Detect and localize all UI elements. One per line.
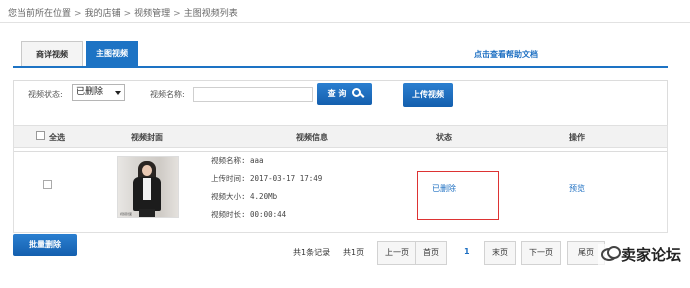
pagination-total-records: 共1条记录 xyxy=(293,248,331,257)
help-doc-link[interactable]: 点击查看帮助文档 xyxy=(474,49,538,60)
tab-detail-video[interactable]: 商详视频 xyxy=(21,41,83,66)
top-divider xyxy=(0,22,690,23)
breadcrumb-separator: > xyxy=(74,9,82,19)
cover-caption: 视频封面 xyxy=(120,212,133,216)
breadcrumb-my-store[interactable]: 我的店铺 xyxy=(85,9,121,19)
watermark-text: 卖家论坛 xyxy=(620,246,681,264)
breadcrumb-video-list: 主图视频列表 xyxy=(183,9,238,19)
chevron-down-icon xyxy=(115,91,121,95)
prev-page-button[interactable]: 上一页 xyxy=(377,241,417,265)
header-info: 视频信息 xyxy=(296,133,328,142)
upload-video-button[interactable]: 上传视频 xyxy=(403,83,453,107)
preview-link[interactable]: 预览 xyxy=(569,183,585,194)
table-header: 全选 视频封面 视频信息 状态 操作 xyxy=(14,126,667,148)
video-upload-time: 上传时间: 2017-03-17 17:49 xyxy=(211,174,323,183)
cover-figure-face xyxy=(142,165,152,176)
tab-bar: 商详视频 主图视频 点击查看帮助文档 xyxy=(13,41,668,68)
next-page-button[interactable]: 下一页 xyxy=(521,241,561,265)
status-select[interactable]: 已删除 xyxy=(72,84,125,101)
video-status: 已删除 xyxy=(432,184,456,193)
last-page-button[interactable]: 末页 xyxy=(484,241,516,265)
search-button-label: 查 询 xyxy=(327,89,347,98)
header-status: 状态 xyxy=(436,133,452,142)
header-actions: 操作 xyxy=(569,133,585,142)
breadcrumb-video-management[interactable]: 视频管理 xyxy=(134,9,170,19)
video-size: 视频大小: 4.20Mb xyxy=(211,192,278,201)
video-name-input[interactable] xyxy=(193,87,313,102)
wechat-icon xyxy=(600,246,621,261)
video-cover-thumbnail[interactable]: 视频封面 xyxy=(117,156,179,218)
tab-main-video[interactable]: 主图视频 xyxy=(86,41,138,66)
header-select-all: 全选 xyxy=(49,133,65,142)
status-filter-label: 视频状态: xyxy=(28,90,63,99)
cover-figure-shirt xyxy=(143,178,151,200)
first-page-button[interactable]: 首页 xyxy=(415,241,447,265)
breadcrumb-separator: > xyxy=(173,9,181,19)
video-name: 视频名称: aaa xyxy=(211,156,264,165)
video-duration: 视频时长: 00:00:44 xyxy=(211,210,287,219)
select-all-checkbox[interactable] xyxy=(36,131,45,140)
header-cover: 视频封面 xyxy=(131,133,163,142)
name-filter-label: 视频名称: xyxy=(150,90,185,99)
breadcrumb-prefix: 您当前所在位置 xyxy=(8,9,72,19)
current-page-number[interactable]: 1 xyxy=(464,247,470,256)
status-select-value: 已删除 xyxy=(76,87,104,97)
video-table: 全选 视频封面 视频信息 状态 操作 视频封面 视频名称: aaa 上传时间: … xyxy=(13,125,668,233)
cover-figure-legs xyxy=(139,209,155,217)
breadcrumb: 您当前所在位置 > 我的店铺 > 视频管理 > 主图视频列表 xyxy=(8,6,238,19)
search-button[interactable]: 查 询 xyxy=(317,83,372,105)
row-checkbox[interactable] xyxy=(43,180,52,189)
pagination-total-pages: 共1页 xyxy=(343,248,365,257)
breadcrumb-separator: > xyxy=(123,9,132,19)
video-panel: 商详视频 主图视频 点击查看帮助文档 视频状态: 已删除 视频名称: 查 询 上… xyxy=(13,37,668,285)
forum-watermark: 卖家论坛 xyxy=(597,244,684,268)
bulk-delete-button[interactable]: 批量删除 xyxy=(13,234,77,256)
status-highlight-box xyxy=(417,171,499,220)
search-icon xyxy=(352,88,362,97)
